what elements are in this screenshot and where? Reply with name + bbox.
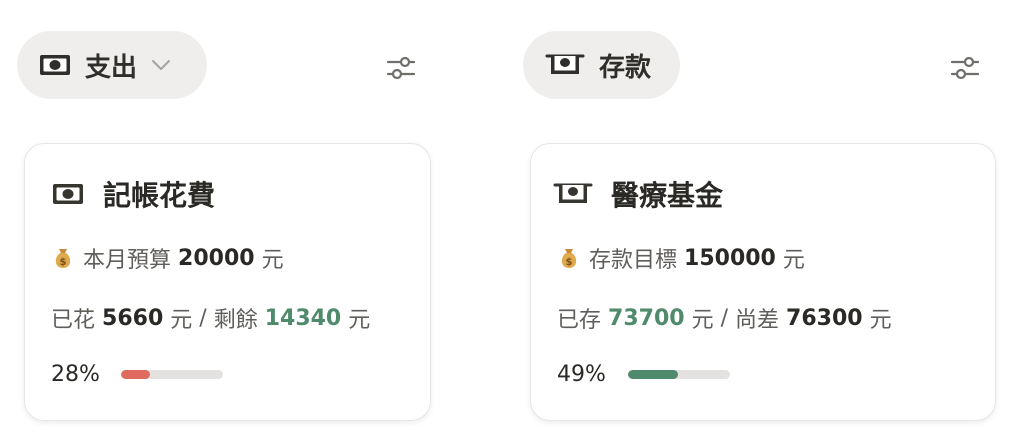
unit: 元 <box>261 248 284 273</box>
svg-text:$: $ <box>566 257 573 268</box>
view-selector-expense[interactable]: 支出 <box>17 31 207 99</box>
money-bag-icon: $ <box>561 249 577 268</box>
progress-bar <box>121 370 223 379</box>
view-selector-savings[interactable]: 存款 <box>523 31 680 99</box>
shortfall-value: 76300 <box>786 305 863 331</box>
remaining-value: 14340 <box>264 305 342 331</box>
spent-value: 5660 <box>102 305 164 331</box>
money-withdraw-icon <box>545 53 585 77</box>
savings-card[interactable]: 醫療基金 $ 存款目標 150000 元 已存 73700 元 / 尚差 763… <box>530 143 996 421</box>
saved-value: 73700 <box>608 305 685 331</box>
budget-value: 20000 <box>178 245 255 271</box>
target-value: 150000 <box>684 245 776 271</box>
money-bill-icon <box>39 53 71 77</box>
unit: 元 <box>170 308 193 333</box>
progress-bar <box>628 370 730 379</box>
unit: 元 <box>869 308 892 333</box>
spent-label: 已花 <box>51 308 96 333</box>
card-title: 記帳花費 <box>51 174 215 214</box>
target-row: $ 存款目標 150000 元 <box>557 242 805 274</box>
card-title-text: 醫療基金 <box>611 179 724 212</box>
expense-card[interactable]: 記帳花費 $ 本月預算 20000 元 已花 5660 元 / 剩餘 14340… <box>24 143 431 421</box>
separator: / <box>720 305 728 331</box>
progress-percent: 49% <box>557 362 606 387</box>
chevron-down-icon[interactable] <box>151 59 171 71</box>
budget-label: 本月預算 <box>83 248 172 273</box>
svg-text:$: $ <box>60 257 67 268</box>
view-label: 支出 <box>85 52 138 83</box>
unit: 元 <box>782 248 805 273</box>
sliders-icon[interactable] <box>386 54 416 82</box>
remaining-label: 剩餘 <box>213 308 258 333</box>
money-withdraw-icon <box>553 182 593 206</box>
unit: 元 <box>348 308 371 333</box>
progress-fill <box>121 370 150 379</box>
separator: / <box>199 305 207 331</box>
card-title: 醫療基金 <box>553 174 723 214</box>
shortfall-label: 尚差 <box>735 308 780 333</box>
money-bag-icon: $ <box>55 249 71 268</box>
budget-row: $ 本月預算 20000 元 <box>51 242 284 274</box>
progress-percent: 28% <box>51 362 100 387</box>
progress-fill <box>628 370 678 379</box>
saved-label: 已存 <box>557 308 602 333</box>
sliders-icon[interactable] <box>950 54 980 82</box>
unit: 元 <box>691 308 714 333</box>
money-bill-icon <box>51 182 85 206</box>
spent-row: 已花 5660 元 / 剩餘 14340 元 <box>51 302 370 334</box>
target-label: 存款目標 <box>589 248 678 273</box>
card-title-text: 記帳花費 <box>103 179 216 212</box>
saved-row: 已存 73700 元 / 尚差 76300 元 <box>557 302 892 334</box>
view-label: 存款 <box>599 52 652 83</box>
